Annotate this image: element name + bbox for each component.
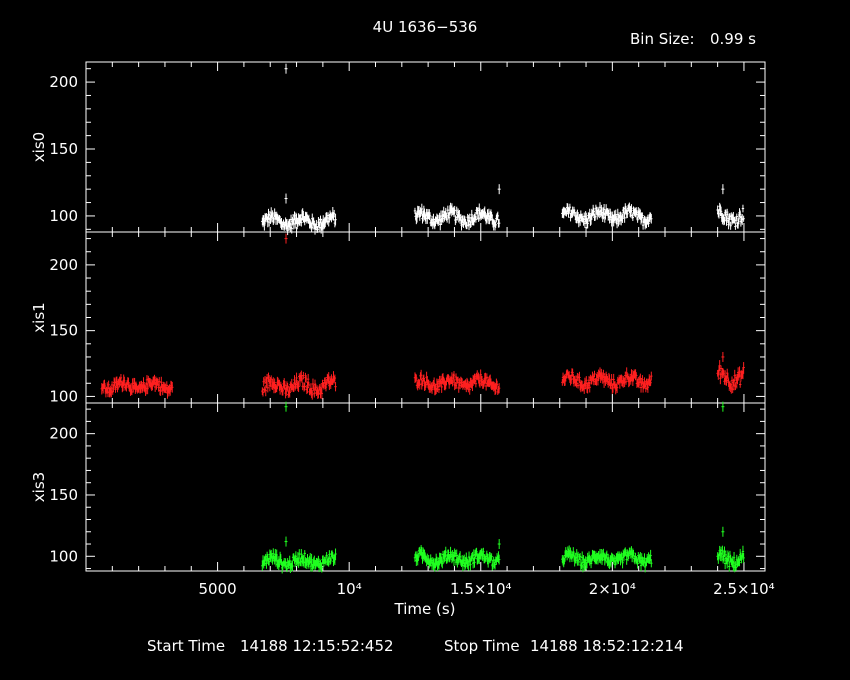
y-tick-label-xis1: 150 bbox=[49, 322, 78, 340]
y-tick-label-xis0: 100 bbox=[49, 207, 78, 225]
stop-time-label: Stop Time bbox=[444, 637, 520, 655]
start-time-label: Start Time bbox=[147, 637, 225, 655]
panel-frame-xis3 bbox=[85, 402, 766, 572]
series-xis3 bbox=[261, 401, 745, 574]
series-xis1 bbox=[100, 233, 745, 400]
panel-xis3: 100 150 200 xis3 bbox=[30, 401, 766, 574]
y-tick-label-xis0: 200 bbox=[49, 73, 78, 91]
y-tick-label-xis1: 200 bbox=[49, 256, 78, 274]
bin-size-label: Bin Size: bbox=[630, 30, 695, 48]
y-tick-label-xis1: 100 bbox=[49, 387, 78, 405]
x-tick-label: 2.5×10⁴ bbox=[713, 580, 775, 598]
y-axis-label-xis3: xis3 bbox=[30, 472, 48, 502]
series-xis0 bbox=[261, 63, 745, 236]
y-axis-label-xis1: xis1 bbox=[30, 302, 48, 332]
y-tick-label-xis3: 150 bbox=[49, 486, 78, 504]
x-tick-label: 10⁴ bbox=[337, 580, 362, 598]
x-tick-labels: 5000 10⁴ 1.5×10⁴ 2×10⁴ 2.5×10⁴ bbox=[198, 580, 774, 598]
x-axis-label: Time (s) bbox=[394, 600, 456, 618]
x-tick-label: 5000 bbox=[198, 580, 236, 598]
y-tick-label-xis0: 150 bbox=[49, 140, 78, 158]
start-time-value: 14188 12:15:52:452 bbox=[240, 637, 394, 655]
panel-xis0: 100 150 200 xis0 bbox=[30, 61, 766, 236]
y-tick-label-xis3: 200 bbox=[49, 425, 78, 443]
x-tick-label: 2×10⁴ bbox=[589, 580, 636, 598]
x-tick-label: 1.5×10⁴ bbox=[450, 580, 512, 598]
panel-frame-xis0 bbox=[85, 61, 766, 233]
panel-xis1: 100 150 200 xis1 bbox=[30, 231, 766, 405]
chart-title: 4U 1636−536 bbox=[373, 18, 478, 36]
y-axis-label-xis0: xis0 bbox=[30, 132, 48, 162]
stop-time-value: 14188 18:52:12:214 bbox=[530, 637, 684, 655]
panels-group: 100 150 200 xis0 100 150 200 xis1 100 150 200 xis3 bbox=[30, 61, 766, 574]
light-curve-figure: 4U 1636−536 Bin Size: 0.99 s 100 150 200 xi… bbox=[30, 18, 775, 655]
y-tick-label-xis3: 100 bbox=[49, 547, 78, 565]
bin-size-value: 0.99 s bbox=[710, 30, 756, 48]
